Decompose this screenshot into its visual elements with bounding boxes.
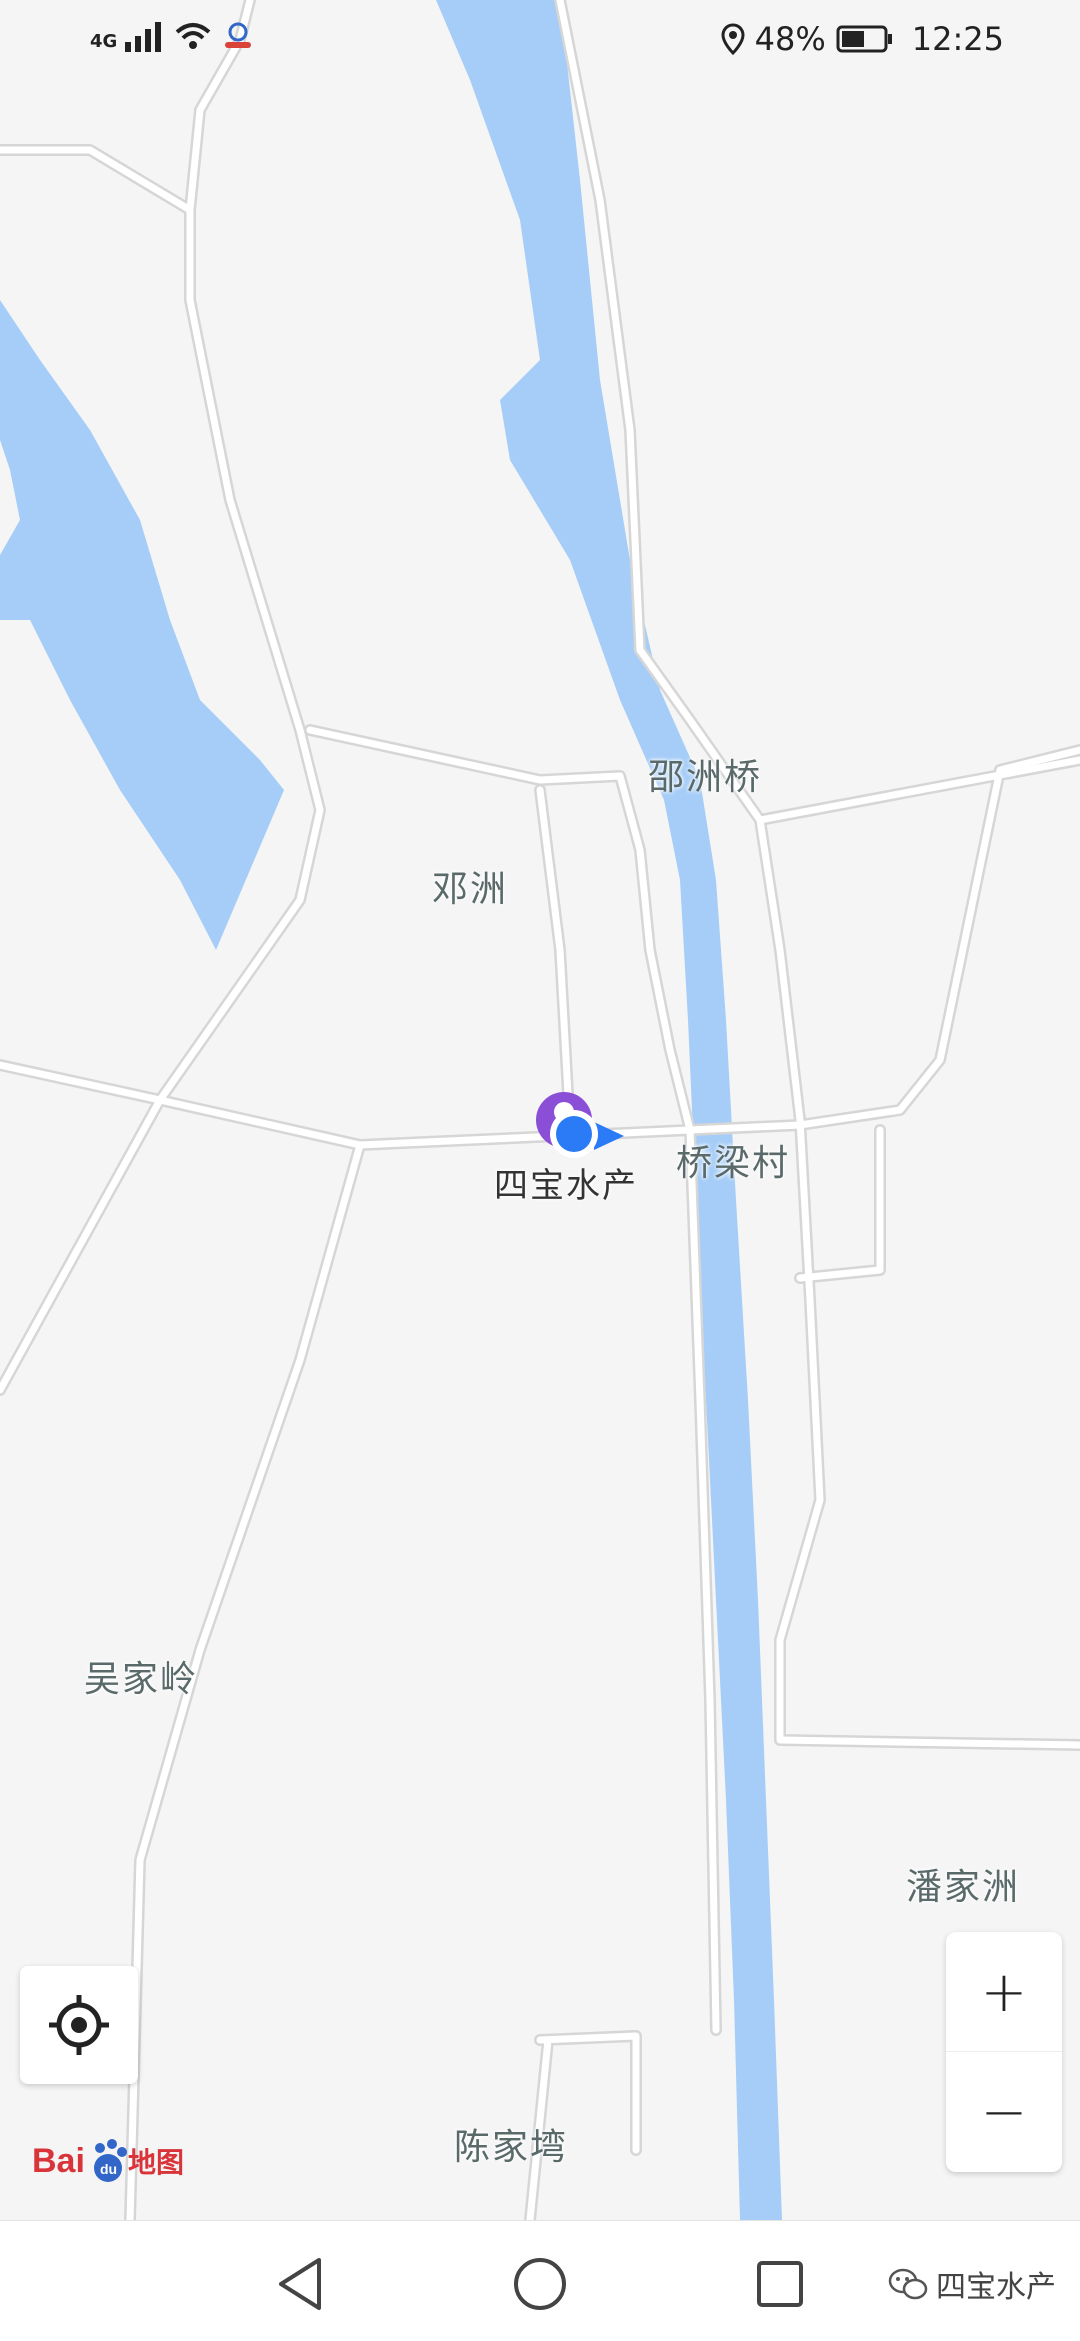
back-icon: [279, 2258, 321, 2310]
wechat-watermark: 四宝水产: [888, 2262, 1056, 2306]
zoom-in-button[interactable]: +: [946, 1932, 1062, 2052]
baidu-map-logo: Bai du 地图: [32, 2139, 184, 2182]
label-chenjiawan: 陈家塆: [454, 2127, 569, 2168]
signal-icon: [125, 22, 162, 52]
watermark-text: 四宝水产: [936, 2270, 1056, 2305]
recents-icon: [757, 2261, 803, 2307]
label-wujialing: 吴家岭: [84, 1659, 199, 1700]
label-panjiazhou: 潘家洲: [906, 1867, 1021, 1908]
status-right: 48% 12:25: [721, 20, 1004, 58]
svg-text:地图: 地图: [128, 2146, 184, 2179]
battery-percent: 48%: [754, 20, 826, 58]
locate-me-button[interactable]: [20, 1966, 138, 2084]
wechat-icon: [888, 2268, 928, 2300]
zoom-control: + −: [946, 1932, 1062, 2172]
zoom-out-label: −: [980, 2079, 1028, 2145]
zoom-in-label: +: [980, 1959, 1028, 2025]
poi-name-label[interactable]: 四宝水产: [494, 1158, 638, 1207]
nav-home-button[interactable]: [505, 2249, 575, 2319]
clock: 12:25: [911, 20, 1004, 58]
location-pin-icon: [721, 23, 745, 55]
nav-back-button[interactable]: [265, 2249, 335, 2319]
home-icon: [514, 2258, 566, 2310]
status-left: 4G: [90, 20, 255, 52]
wifi-icon: [175, 23, 211, 49]
network-type: 4G: [90, 31, 118, 52]
label-shaozhou-bridge: 邵洲桥: [648, 757, 763, 798]
status-bar: 4G 48% 12:25: [0, 0, 1080, 84]
battery-icon: [836, 25, 892, 53]
nav-recents-button[interactable]: [745, 2249, 815, 2319]
baidu-app-notification-icon: [225, 22, 252, 48]
crosshair-icon: [49, 1995, 109, 2055]
zoom-out-button[interactable]: −: [946, 2052, 1062, 2172]
label-dengzhou: 邓洲: [432, 869, 509, 910]
svg-text:Bai: Bai: [32, 2142, 85, 2180]
svg-text:du: du: [100, 2161, 117, 2177]
label-qiaoliang-village: 桥梁村: [676, 1143, 791, 1184]
